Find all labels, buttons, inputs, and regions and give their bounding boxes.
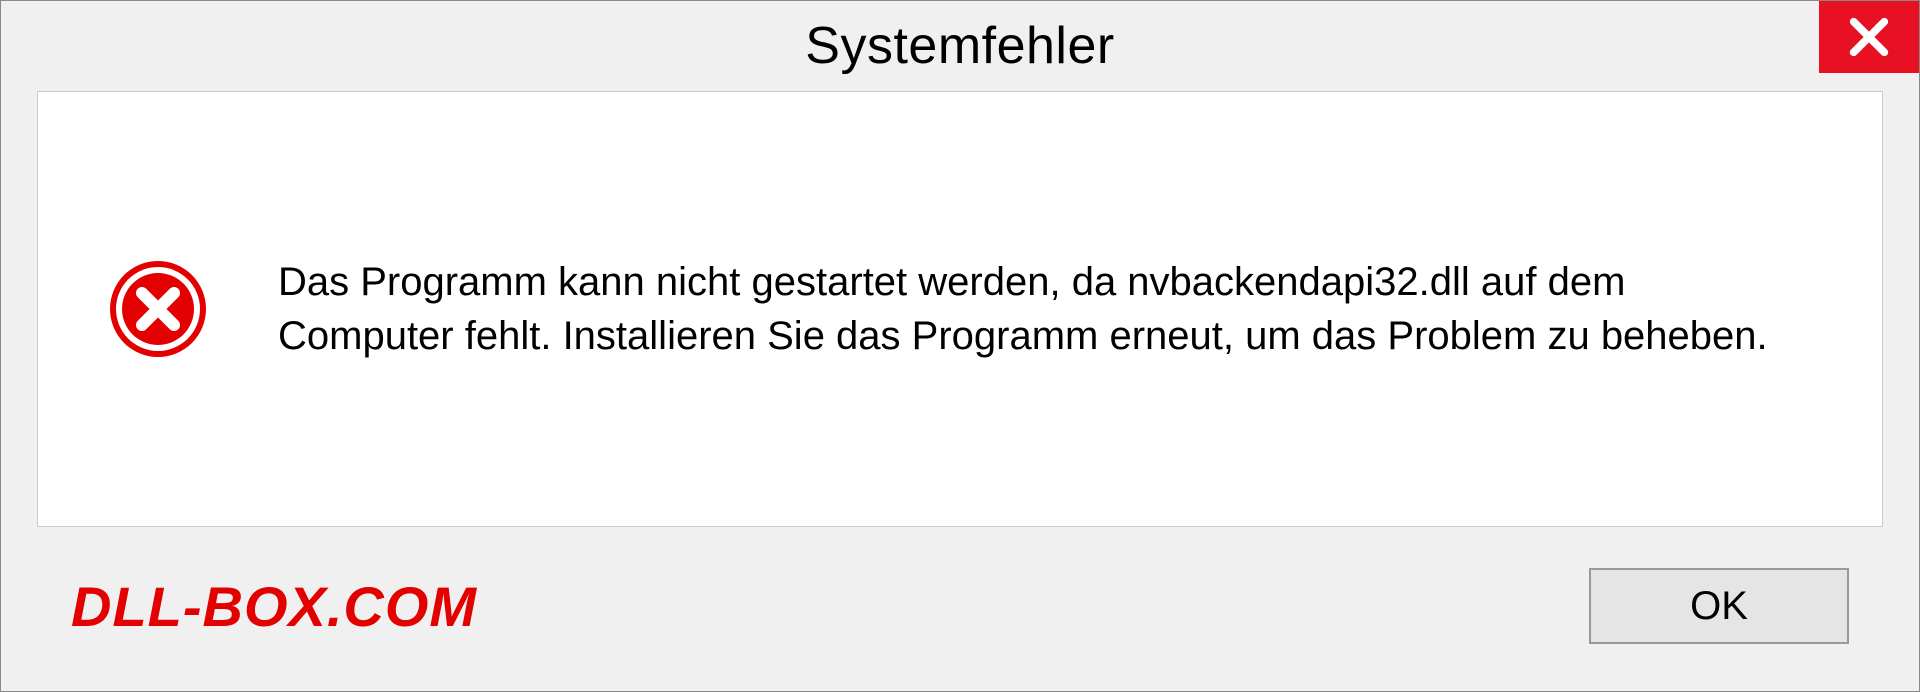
error-icon <box>108 259 208 359</box>
error-message: Das Programm kann nicht gestartet werden… <box>278 255 1792 363</box>
close-icon <box>1846 14 1892 60</box>
titlebar: Systemfehler <box>1 1 1919 91</box>
error-dialog: Systemfehler Das Programm kann nicht ges… <box>0 0 1920 692</box>
footer: DLL-BOX.COM OK <box>1 551 1919 691</box>
close-button[interactable] <box>1819 1 1919 73</box>
content-area: Das Programm kann nicht gestartet werden… <box>37 91 1883 527</box>
dialog-title: Systemfehler <box>805 16 1114 76</box>
ok-button[interactable]: OK <box>1589 568 1849 644</box>
watermark-text: DLL-BOX.COM <box>71 574 477 639</box>
